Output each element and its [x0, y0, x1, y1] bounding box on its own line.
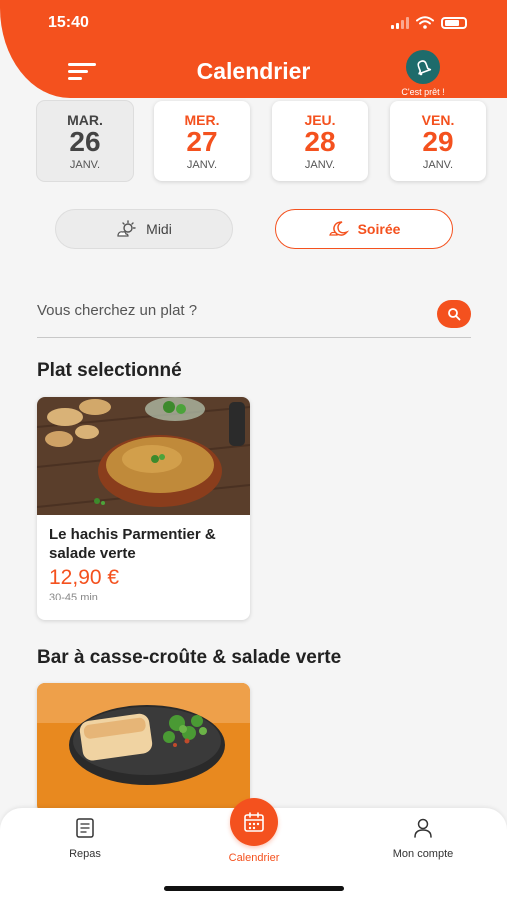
app-header: 15:40 Calendrier C'est prêt ! — [0, 0, 507, 98]
wifi-icon — [416, 16, 434, 29]
selected-dish-card[interactable]: Le hachis Parmentier & salade verte 12,9… — [37, 397, 250, 620]
date-month: JANV. — [186, 159, 218, 171]
dish-photo — [37, 397, 250, 515]
menu-card-icon — [76, 818, 94, 838]
date-card-tue-26[interactable]: MAR. 26 JANV. — [37, 101, 133, 181]
tab-calendrier[interactable]: Calendrier — [217, 798, 291, 864]
second-dish-heading: Bar à casse-croûte & salade verte — [37, 647, 342, 668]
second-dish-card[interactable] — [37, 683, 250, 813]
home-indicator — [164, 886, 344, 891]
tab-calendrier-label: Calendrier — [228, 852, 280, 864]
user-icon — [414, 818, 432, 838]
selected-dish-heading: Plat selectionné — [37, 360, 182, 381]
date-card-fri-29[interactable]: VEN. 29 JANV. — [390, 101, 486, 181]
status-bar: 15:40 — [48, 14, 467, 34]
dish-photo — [37, 683, 250, 813]
search-button[interactable] — [437, 300, 471, 328]
dish-name: Le hachis Parmentier & salade verte — [49, 526, 216, 562]
date-month: JANV. — [304, 159, 336, 171]
moon-icon — [328, 221, 349, 236]
tab-repas[interactable]: Repas — [50, 814, 120, 860]
bell-icon — [417, 60, 432, 76]
date-number: 29 — [422, 126, 454, 157]
tab-repas-label: Repas — [69, 848, 101, 860]
date-card-thu-28[interactable]: JEU. 28 JANV. — [272, 101, 368, 181]
date-month: JANV. — [422, 159, 454, 171]
bell-button[interactable] — [406, 50, 440, 84]
date-month: JANV. — [69, 159, 101, 171]
date-card-wed-27[interactable]: MER. 27 JANV. — [154, 101, 250, 181]
sun-icon — [117, 220, 136, 237]
date-number: 27 — [186, 126, 218, 157]
dish-price: 12,90 € — [49, 566, 120, 589]
status-time: 15:40 — [48, 14, 89, 31]
date-number: 26 — [69, 126, 101, 157]
midi-label: Midi — [146, 221, 172, 237]
search-input[interactable] — [37, 296, 417, 324]
search-icon — [448, 308, 461, 321]
midi-toggle[interactable]: Midi — [55, 209, 233, 249]
soiree-toggle[interactable]: Soirée — [275, 209, 453, 249]
calendar-icon — [244, 812, 264, 832]
dish-prep-time: 30-45 min — [49, 592, 98, 600]
status-icons — [391, 16, 467, 29]
bottom-tab-bar: Repas Calendrier Mon compte — [0, 798, 507, 900]
tab-mon-compte-label: Mon compte — [392, 848, 454, 860]
battery-icon — [441, 16, 467, 29]
date-number: 28 — [304, 126, 336, 157]
date-selector: MAR. 26 JANV. MER. 27 JANV. JEU. 28 JANV… — [37, 101, 487, 181]
ready-notification[interactable]: C'est prêt ! — [391, 50, 455, 97]
signal-icon — [391, 16, 409, 29]
soiree-label: Soirée — [357, 221, 401, 237]
tab-mon-compte[interactable]: Mon compte — [380, 814, 466, 860]
notification-label: C'est prêt ! — [401, 87, 445, 97]
search-bar — [37, 296, 471, 338]
